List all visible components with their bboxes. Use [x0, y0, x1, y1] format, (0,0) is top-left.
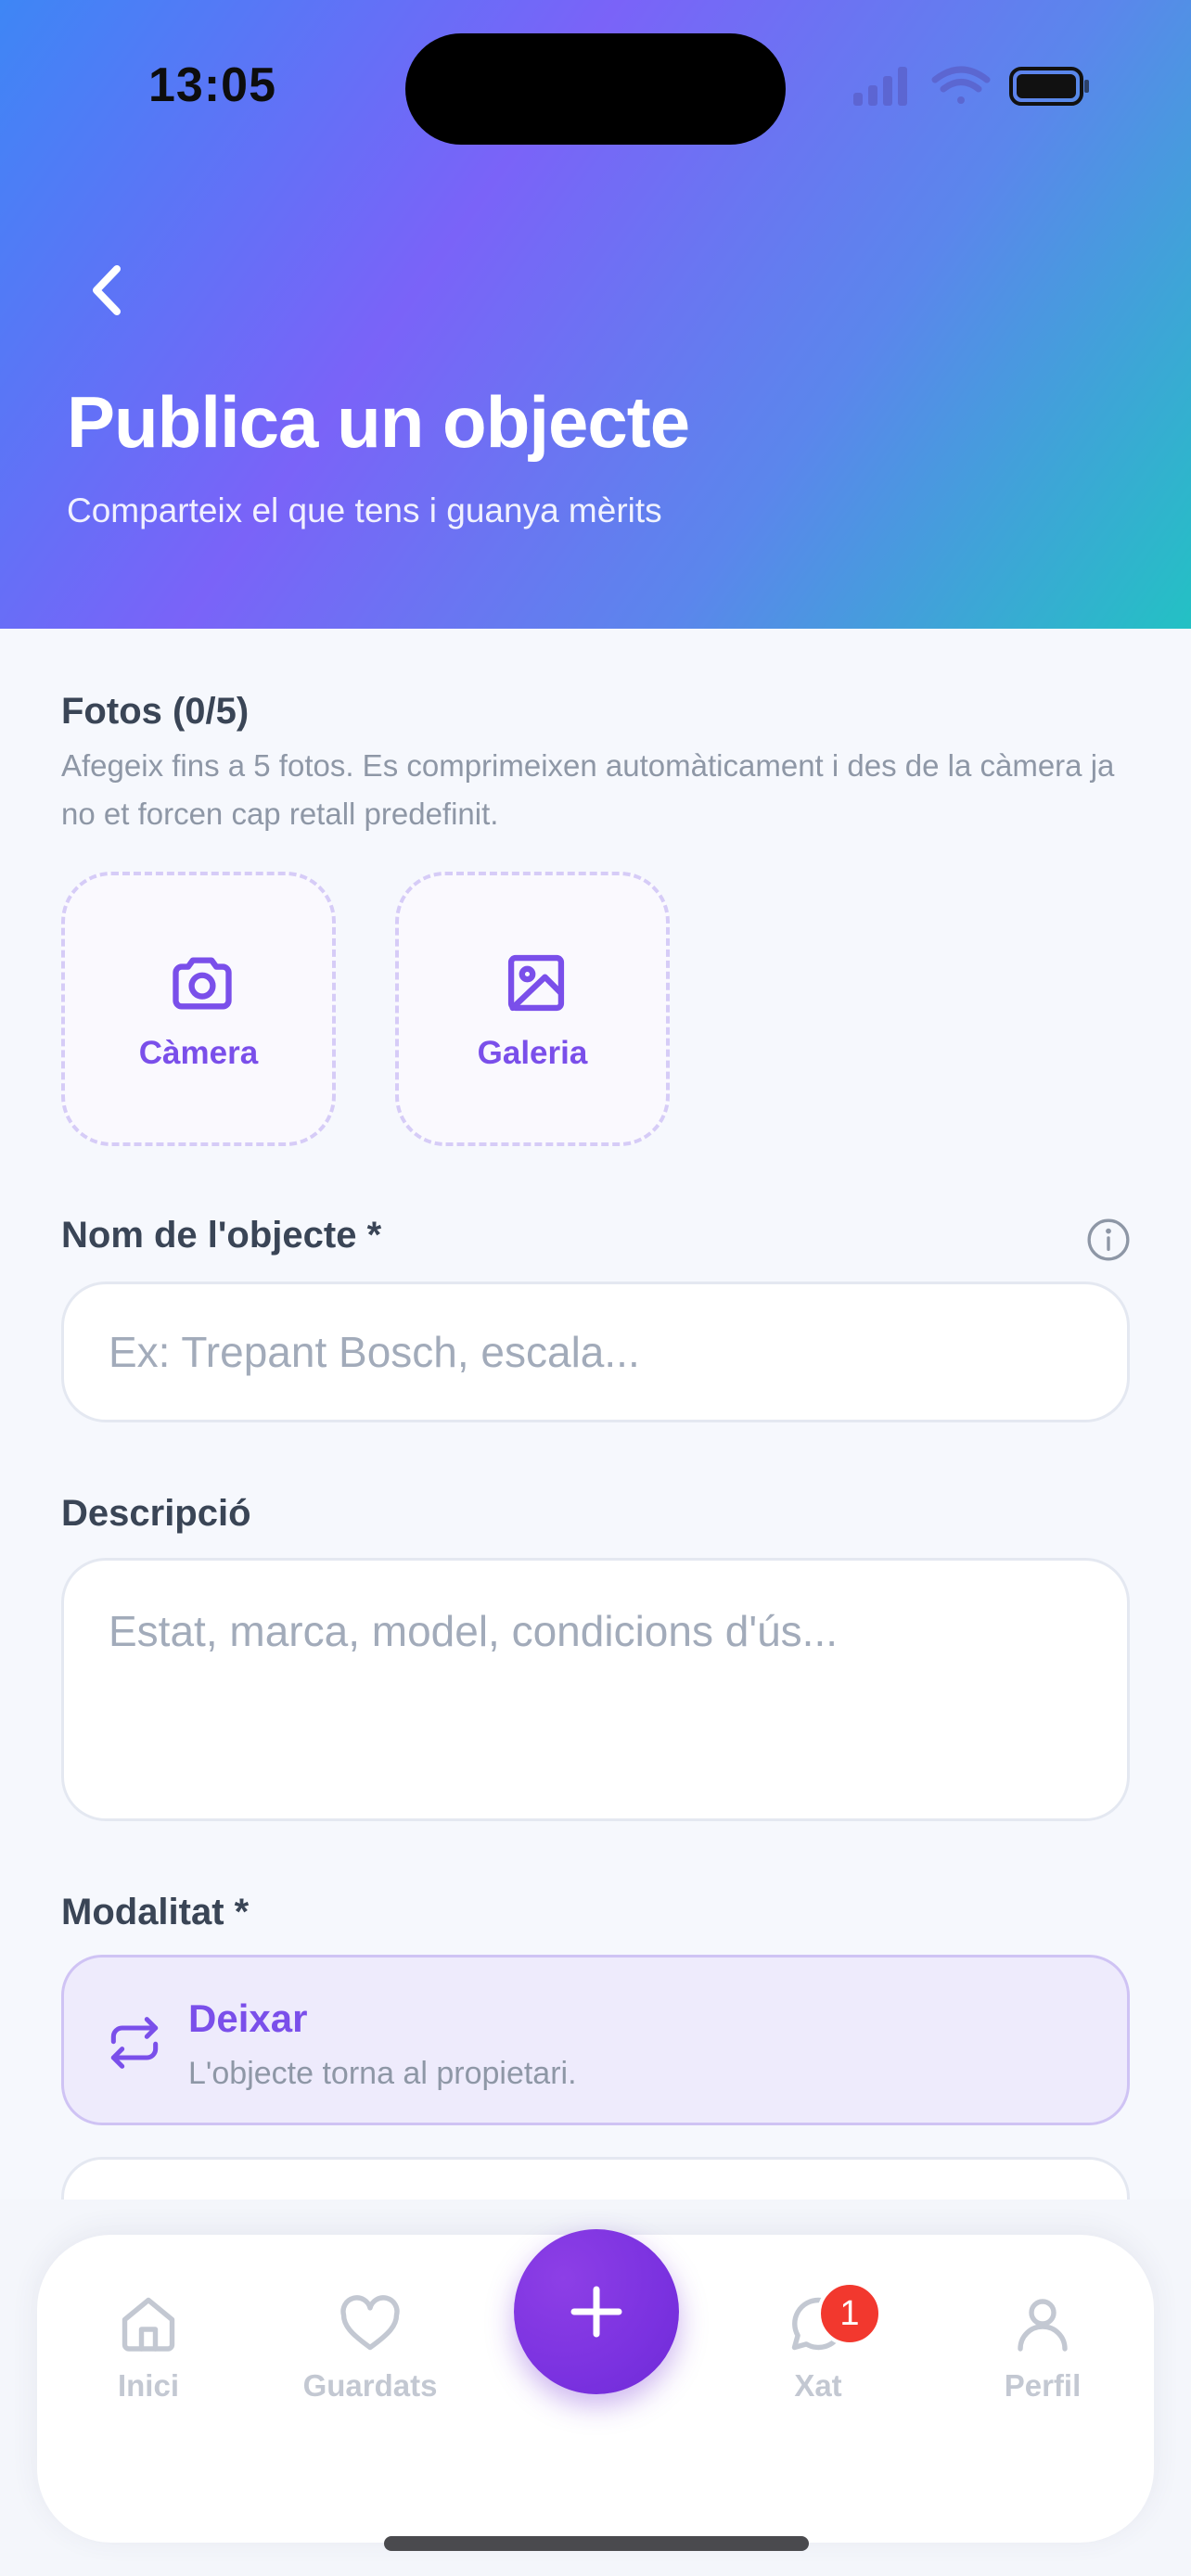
description-field-label: Descripció: [61, 1493, 251, 1534]
gallery-button-label: Galeria: [477, 1035, 588, 1071]
name-field-label: Nom de l'objecte *: [61, 1215, 382, 1256]
gallery-button[interactable]: Galeria: [395, 872, 670, 1146]
tab-inici[interactable]: Inici: [56, 2290, 241, 2404]
status-time: 13:05: [148, 58, 276, 112]
swap-arrows-icon: [110, 2017, 159, 2069]
modality-option-title: Deixar: [188, 1996, 308, 2040]
image-icon: [507, 954, 565, 1012]
battery-icon: [1009, 67, 1089, 106]
photos-label: Fotos (0/5): [61, 691, 250, 732]
modality-option-deixar[interactable]: Deixar L'objecte torna al propietari.: [61, 1955, 1130, 2125]
dynamic-island: [405, 33, 786, 145]
chat-badge: 1: [817, 2281, 882, 2346]
wifi-icon: [931, 66, 991, 104]
tab-label: Guardats: [302, 2368, 438, 2403]
tab-label: Xat: [794, 2368, 842, 2403]
page-title: Publica un objecte: [67, 381, 690, 463]
photos-helper-text: Afegeix fins a 5 fotos. Es comprimeixen …: [61, 748, 1115, 831]
back-arrow-icon[interactable]: [80, 258, 135, 323]
tab-label: Inici: [117, 2368, 180, 2403]
plus-icon: [570, 2286, 622, 2338]
publish-fab-button[interactable]: [514, 2229, 679, 2394]
camera-button-label: Càmera: [138, 1035, 259, 1071]
modality-label: Modalitat *: [61, 1892, 250, 1932]
header: 13:05 Publica un objecte Comparteix el q…: [0, 0, 1191, 629]
heart-icon: [340, 2295, 400, 2351]
tab-label: Perfil: [1004, 2368, 1082, 2403]
tab-guardats[interactable]: Guardats: [277, 2290, 463, 2404]
camera-button[interactable]: Càmera: [61, 872, 336, 1146]
cellular-signal-icon: [853, 67, 907, 106]
home-icon: [122, 2297, 175, 2352]
info-icon[interactable]: [1085, 1217, 1132, 1263]
name-input[interactable]: Ex: Trepant Bosch, escala...: [61, 1282, 1130, 1422]
page-subtitle: Comparteix el que tens i guanya mèrits: [67, 491, 662, 529]
description-textarea[interactable]: Estat, marca, model, condicions d'ús...: [61, 1558, 1130, 1821]
home-indicator: [384, 2536, 809, 2551]
modality-option-subtitle: L'objecte torna al propietari.: [188, 2056, 577, 2091]
user-icon: [1018, 2299, 1068, 2352]
camera-icon: [173, 957, 232, 1010]
status-icons: [853, 66, 1089, 106]
tab-perfil[interactable]: Perfil: [950, 2290, 1135, 2404]
